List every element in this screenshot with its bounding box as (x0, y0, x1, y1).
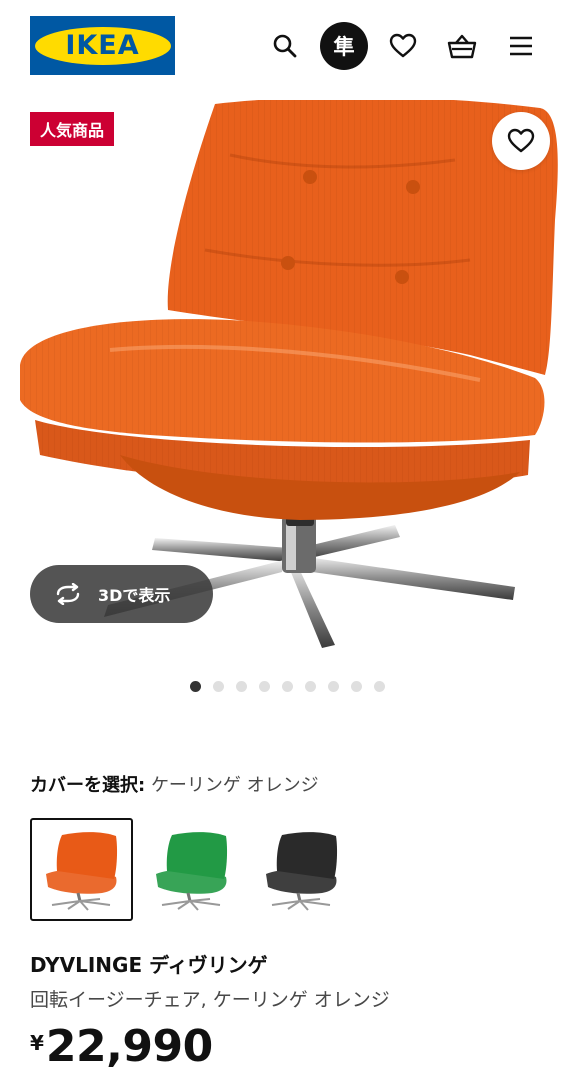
heart-icon (507, 128, 535, 153)
logo-oval: IKEA (34, 26, 171, 65)
cover-option-green[interactable] (140, 818, 243, 921)
orange-chair-thumbnail (45, 831, 117, 911)
cover-option-orange[interactable] (30, 818, 133, 921)
cover-selection-label: カバーを選択: (30, 775, 146, 796)
product-name: DYVLINGE ディヴリンゲ (30, 953, 268, 977)
rotate-3d-icon (56, 583, 80, 605)
carousel-dot[interactable] (374, 681, 385, 692)
carousel-dot[interactable] (259, 681, 270, 692)
add-to-favorites-button[interactable] (492, 112, 550, 170)
store-badge-label: 隼 (333, 35, 355, 59)
popular-badge-label: 人気商品 (40, 121, 105, 140)
carousel-dot[interactable] (328, 681, 339, 692)
price-currency: ¥ (30, 1031, 44, 1055)
cover-selection: カバーを選択: ケーリンゲ オレンジ (30, 771, 319, 797)
cart-icon[interactable] (442, 26, 482, 66)
ikea-logo[interactable]: IKEA (30, 16, 175, 75)
logo-text: IKEA (65, 30, 140, 61)
carousel-dot[interactable] (213, 681, 224, 692)
heart-icon[interactable] (383, 26, 423, 66)
product-price: ¥ 22,990 (30, 1025, 213, 1069)
carousel-dot[interactable] (305, 681, 316, 692)
view-3d-button[interactable]: 3Dで表示 (30, 565, 213, 623)
header: IKEA 隼 (0, 0, 581, 95)
carousel-dot[interactable] (351, 681, 362, 692)
cover-selection-value: ケーリンゲ オレンジ (150, 775, 319, 796)
search-icon[interactable] (265, 26, 305, 66)
cover-option-black[interactable] (250, 818, 353, 921)
green-chair-thumbnail (155, 831, 227, 911)
carousel-dot[interactable] (236, 681, 247, 692)
price-value: 22,990 (45, 1021, 213, 1072)
popular-badge: 人気商品 (30, 112, 115, 146)
store-icon[interactable]: 隼 (320, 22, 368, 70)
carousel-indicator (190, 681, 385, 692)
carousel-dot[interactable] (190, 681, 201, 692)
menu-icon[interactable] (501, 26, 541, 66)
carousel-dot[interactable] (282, 681, 293, 692)
black-chair-thumbnail (265, 831, 337, 911)
product-image-gallery[interactable]: 人気商品 3Dで表示 (0, 100, 581, 660)
view-3d-label: 3Dで表示 (98, 586, 171, 605)
product-description: 回転イージーチェア, ケーリンゲ オレンジ (30, 989, 390, 1011)
